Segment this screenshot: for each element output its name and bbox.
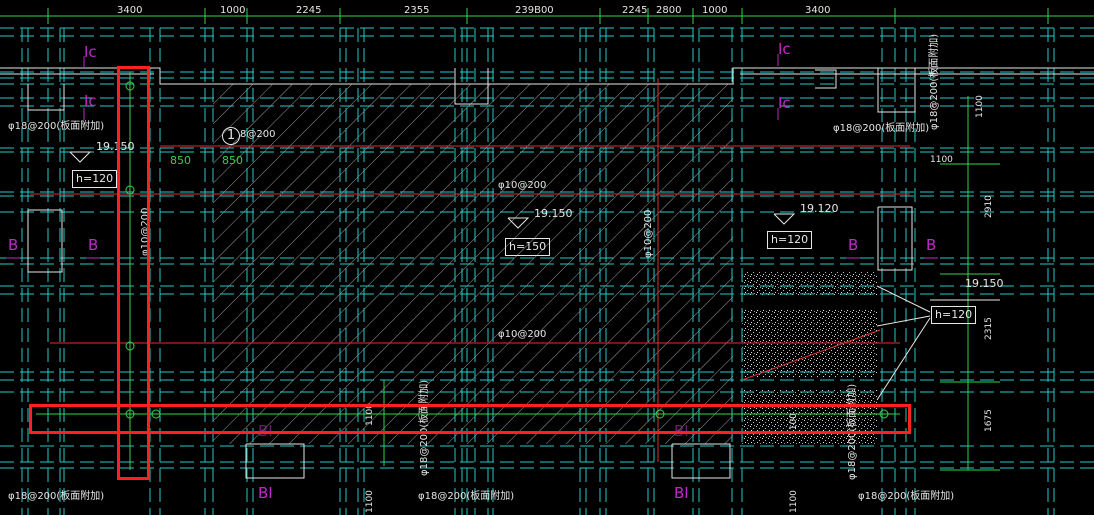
rebar-label: φ18@200(板面附加) [418,491,515,502]
slab-speckle [742,272,877,296]
dim-right-4: 2315 [984,317,994,340]
section-mark-b: B [848,236,859,254]
section-mark-c: Ic [778,40,791,58]
dim-top-7: 2800 [656,5,682,16]
section-mark-c: Ic [84,92,97,110]
dim-top-4: 2355 [404,5,430,16]
rebar-label: φ18@200(板面附加) [8,121,105,132]
leader-line [876,317,931,401]
section-mark-b: B [8,236,19,254]
section-mark-b: B [88,236,99,254]
wall-outline [877,68,916,113]
rebar-label: φ10@200 [498,180,547,191]
dim-top-3: 2245 [296,5,322,16]
rebar-label-vertical: φ10@200 [643,209,654,258]
highlight-box-horizontal [29,404,911,434]
dim-green: 850 [222,154,243,167]
slab-thickness-box: h=120 [72,170,118,188]
dim-right-1: 1100 [975,95,985,118]
dim-top-5: 239B00 [515,5,554,16]
dim-top-2: 1000 [220,5,246,16]
slab-thickness-box: h=120 [767,231,813,249]
slab-thickness-box: h=150 [505,238,551,256]
dim-small: 1100 [365,490,375,513]
section-mark-bi: BI [674,484,689,502]
elevation-label: 19.150 [534,207,573,220]
dim-top-8: 1000 [702,5,728,16]
dim-top-9: 3400 [805,5,831,16]
rebar-label: φ18@200(板面附加) [833,123,930,134]
section-mark-bi: BI [258,484,273,502]
wall-outline [27,209,63,273]
wall-outline [815,69,837,89]
elevation-label: 19.150 [965,277,1004,290]
dim-top-1: 3400 [117,5,143,16]
dim-right-2: 1100 [930,155,953,165]
slab-thickness-box: h=120 [931,306,977,324]
rebar-label-vertical: φ18@200(板面附加) [929,33,940,130]
dim-right-3: 2910 [984,195,994,218]
rebar-label: φ18@200(板面附加) [8,491,105,502]
wall-outline [245,443,305,479]
section-mark-c: Ic [778,94,791,112]
elevation-marker [69,151,92,163]
leader-line [876,285,931,313]
rebar-label: φ10@200 [498,329,547,340]
dim-top-6: 2245 [622,5,648,16]
section-mark-b: B [926,236,937,254]
dim-small: 1100 [789,490,799,513]
leader-line [876,315,931,327]
wall-outline [671,443,731,479]
callout-number: 1 [222,127,240,145]
dim-green: 850 [170,154,191,167]
rebar-label: φ18@200(板面附加) [858,491,955,502]
elevation-label: 19.120 [800,202,839,215]
callout-rebar-label: 8@200 [240,129,276,140]
dim-right-5: 1675 [984,409,994,432]
elevation-marker [773,213,796,225]
section-mark-c: Ic [84,43,97,61]
